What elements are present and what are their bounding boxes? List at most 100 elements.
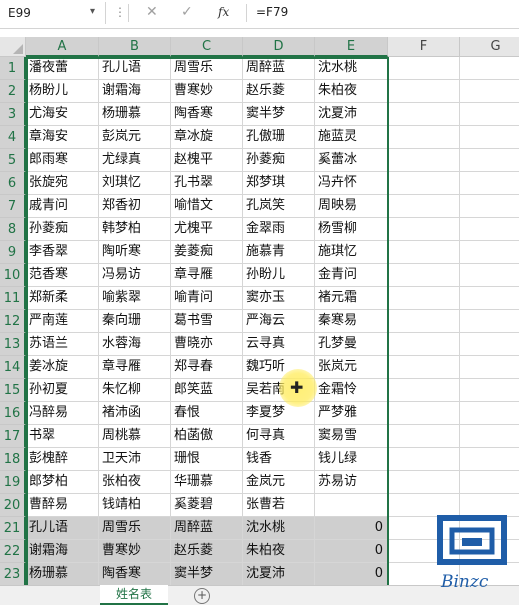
cell-a13[interactable]: 苏语兰: [26, 333, 99, 356]
cell-c11[interactable]: 喻青问: [171, 287, 243, 310]
row-header-5[interactable]: 5: [0, 149, 26, 172]
cell-c20[interactable]: 奚菱碧: [171, 494, 243, 517]
cell-a15[interactable]: 孙初夏: [26, 379, 99, 402]
cell-b7[interactable]: 郑香初: [99, 195, 171, 218]
cell-e7[interactable]: 周映易: [315, 195, 388, 218]
cell-a10[interactable]: 范香寒: [26, 264, 99, 287]
cell-a12[interactable]: 严南莲: [26, 310, 99, 333]
row-header-12[interactable]: 12: [0, 310, 26, 333]
cell-c21[interactable]: 周醉蓝: [171, 517, 243, 540]
cell-g1[interactable]: [460, 57, 519, 80]
cell-f9[interactable]: [388, 241, 460, 264]
cell-a23[interactable]: 杨珊慕: [26, 563, 99, 585]
cell-g4[interactable]: [460, 126, 519, 149]
cell-e1[interactable]: 沈水桃: [315, 57, 388, 80]
cell-c14[interactable]: 郑寻春: [171, 356, 243, 379]
cell-g2[interactable]: [460, 80, 519, 103]
cell-d3[interactable]: 窦半梦: [243, 103, 315, 126]
cell-e21[interactable]: 0: [315, 517, 388, 540]
column-header-c[interactable]: C: [171, 37, 243, 57]
cell-e2[interactable]: 朱柏夜: [315, 80, 388, 103]
cell-a18[interactable]: 彭槐醉: [26, 448, 99, 471]
cell-f12[interactable]: [388, 310, 460, 333]
cell-e20[interactable]: [315, 494, 388, 517]
row-header-3[interactable]: 3: [0, 103, 26, 126]
cell-d2[interactable]: 赵乐菱: [243, 80, 315, 103]
cell-a9[interactable]: 李香翠: [26, 241, 99, 264]
cell-e18[interactable]: 钱儿绿: [315, 448, 388, 471]
cell-c23[interactable]: 窦半梦: [171, 563, 243, 585]
column-header-g[interactable]: G: [460, 37, 519, 57]
cell-a8[interactable]: 孙菱痴: [26, 218, 99, 241]
cell-a5[interactable]: 郎雨寒: [26, 149, 99, 172]
cell-c15[interactable]: 郎笑蓝: [171, 379, 243, 402]
cell-b13[interactable]: 水蓉海: [99, 333, 171, 356]
row-header-14[interactable]: 14: [0, 356, 26, 379]
cell-a11[interactable]: 郑新柔: [26, 287, 99, 310]
cell-e16[interactable]: 严梦雅: [315, 402, 388, 425]
row-header-13[interactable]: 13: [0, 333, 26, 356]
cell-g8[interactable]: [460, 218, 519, 241]
cell-a4[interactable]: 章海安: [26, 126, 99, 149]
cell-g19[interactable]: [460, 471, 519, 494]
cell-a17[interactable]: 书翠: [26, 425, 99, 448]
cell-c10[interactable]: 章寻雁: [171, 264, 243, 287]
cell-b14[interactable]: 章寻雁: [99, 356, 171, 379]
cell-a1[interactable]: 潘夜蕾: [26, 57, 99, 80]
cell-f8[interactable]: [388, 218, 460, 241]
cell-b17[interactable]: 周桃慕: [99, 425, 171, 448]
cell-d18[interactable]: 钱香: [243, 448, 315, 471]
cell-a2[interactable]: 杨盼儿: [26, 80, 99, 103]
cell-d20[interactable]: 张曹若: [243, 494, 315, 517]
column-header-a[interactable]: A: [26, 37, 99, 57]
cell-d4[interactable]: 孔傲珊: [243, 126, 315, 149]
cell-c22[interactable]: 赵乐菱: [171, 540, 243, 563]
cell-c4[interactable]: 章冰旋: [171, 126, 243, 149]
cell-a14[interactable]: 姜冰旋: [26, 356, 99, 379]
cell-d7[interactable]: 孔岚笑: [243, 195, 315, 218]
cell-d6[interactable]: 郑梦琪: [243, 172, 315, 195]
cell-g3[interactable]: [460, 103, 519, 126]
cell-c5[interactable]: 赵槐平: [171, 149, 243, 172]
cell-f15[interactable]: [388, 379, 460, 402]
row-header-8[interactable]: 8: [0, 218, 26, 241]
cell-e9[interactable]: 施琪忆: [315, 241, 388, 264]
column-header-e[interactable]: E: [315, 37, 388, 57]
cell-b20[interactable]: 钱靖柏: [99, 494, 171, 517]
cell-c7[interactable]: 喻惜文: [171, 195, 243, 218]
chevron-down-icon[interactable]: ▾: [90, 6, 95, 17]
cell-c1[interactable]: 周雪乐: [171, 57, 243, 80]
cell-g18[interactable]: [460, 448, 519, 471]
cell-e22[interactable]: 0: [315, 540, 388, 563]
cell-a21[interactable]: 孔儿语: [26, 517, 99, 540]
name-box[interactable]: E99 ▾: [0, 2, 106, 24]
cell-d19[interactable]: 金岚元: [243, 471, 315, 494]
cell-b23[interactable]: 陶香寒: [99, 563, 171, 585]
cell-c8[interactable]: 尤槐平: [171, 218, 243, 241]
cell-b21[interactable]: 周雪乐: [99, 517, 171, 540]
cell-f10[interactable]: [388, 264, 460, 287]
cell-e3[interactable]: 沈夏沛: [315, 103, 388, 126]
cell-c12[interactable]: 葛书雪: [171, 310, 243, 333]
cell-b10[interactable]: 冯易访: [99, 264, 171, 287]
cell-d11[interactable]: 窦亦玉: [243, 287, 315, 310]
cell-d23[interactable]: 沈夏沛: [243, 563, 315, 585]
row-header-16[interactable]: 16: [0, 402, 26, 425]
cell-b4[interactable]: 彭岚元: [99, 126, 171, 149]
cell-a20[interactable]: 曹醉易: [26, 494, 99, 517]
cell-c19[interactable]: 华珊慕: [171, 471, 243, 494]
cell-g6[interactable]: [460, 172, 519, 195]
cell-f18[interactable]: [388, 448, 460, 471]
cell-a19[interactable]: 郎梦柏: [26, 471, 99, 494]
column-header-b[interactable]: B: [99, 37, 171, 57]
cell-f17[interactable]: [388, 425, 460, 448]
cell-e8[interactable]: 杨雪柳: [315, 218, 388, 241]
cell-b1[interactable]: 孔儿语: [99, 57, 171, 80]
cell-b3[interactable]: 杨珊慕: [99, 103, 171, 126]
row-header-6[interactable]: 6: [0, 172, 26, 195]
cell-g10[interactable]: [460, 264, 519, 287]
cell-g7[interactable]: [460, 195, 519, 218]
cell-d5[interactable]: 孙菱痴: [243, 149, 315, 172]
cell-c17[interactable]: 柏菡傲: [171, 425, 243, 448]
row-header-7[interactable]: 7: [0, 195, 26, 218]
